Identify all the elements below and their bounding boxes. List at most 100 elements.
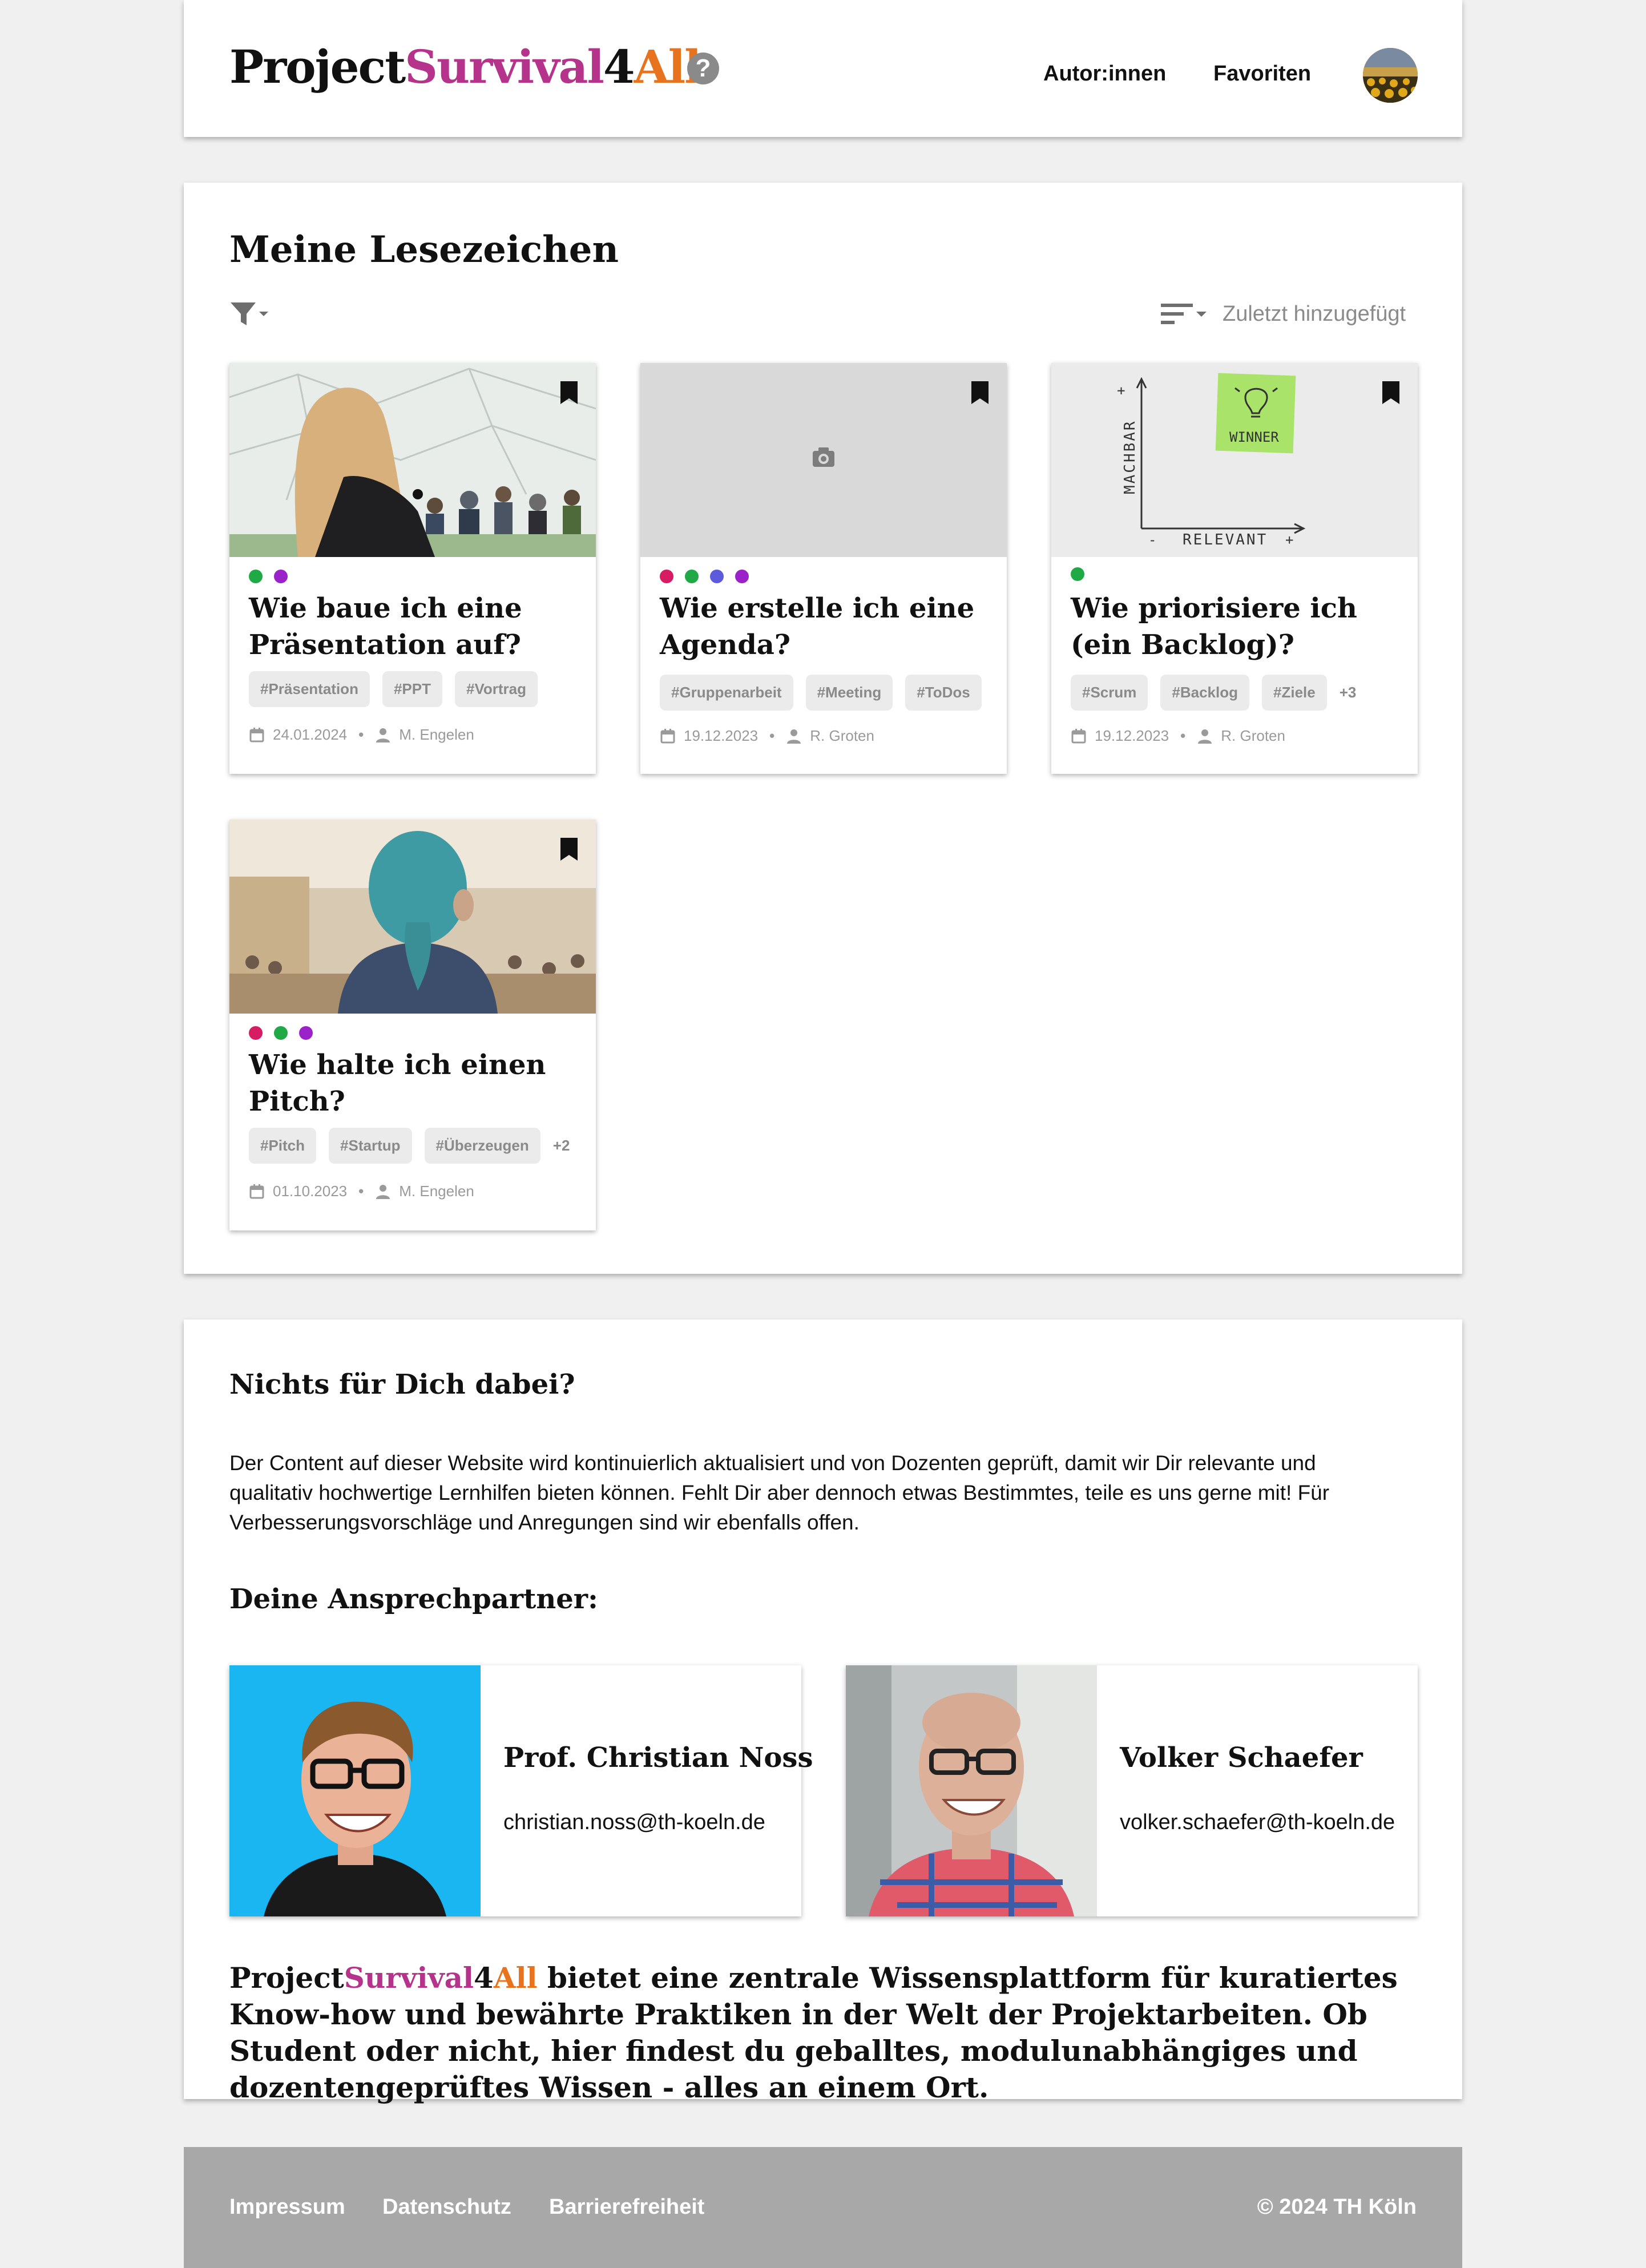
- category-dot: [249, 570, 263, 583]
- footer-copyright: © 2024 TH Köln: [1257, 2195, 1417, 2219]
- footer-link-datenschutz[interactable]: Datenschutz: [382, 2195, 511, 2219]
- closing-logo-survival: Survival: [344, 1961, 474, 1995]
- card-meta: 19.12.2023 • R. Groten: [1071, 727, 1285, 745]
- contact-email[interactable]: volker.schaefer@th-koeln.de: [1120, 1810, 1395, 1835]
- sort-icon: [1161, 304, 1207, 324]
- tag[interactable]: #Backlog: [1160, 675, 1249, 711]
- category-dots: [660, 570, 749, 583]
- closing-logo-four: 4: [474, 1961, 494, 1995]
- logo-four: 4: [603, 40, 635, 94]
- site-footer: Impressum Datenschutz Barrierefreiheit ©…: [184, 2147, 1462, 2268]
- card-author[interactable]: M. Engelen: [399, 1183, 474, 1200]
- sketch-y-plus: +: [1113, 387, 1129, 395]
- card-author[interactable]: R. Groten: [1221, 727, 1285, 745]
- card-title[interactable]: Wie halte ich einen Pitch?: [249, 1047, 580, 1120]
- footer-link-barrierefreiheit[interactable]: Barrierefreiheit: [549, 2195, 704, 2219]
- card-title[interactable]: Wie priorisiere ich (ein Backlog)?: [1071, 590, 1402, 663]
- calendar-icon: [249, 727, 264, 742]
- card-title[interactable]: Wie erstelle ich eine Agenda?: [660, 590, 991, 663]
- calendar-icon: [1071, 728, 1086, 743]
- category-dot: [710, 570, 724, 583]
- tag[interactable]: #Scrum: [1071, 675, 1148, 711]
- card-meta: 01.10.2023 • M. Engelen: [249, 1183, 474, 1200]
- card-tags: #Gruppenarbeit #Meeting #ToDos: [660, 675, 982, 711]
- card-title[interactable]: Wie baue ich eine Präsentation auf?: [249, 590, 580, 663]
- person-icon: [376, 1184, 390, 1199]
- calendar-icon: [660, 728, 675, 743]
- sort-label: Zuletzt hinzugefügt: [1223, 301, 1406, 326]
- tag[interactable]: #Vortrag: [454, 671, 538, 707]
- nav-favorites[interactable]: Favoriten: [1213, 62, 1311, 86]
- category-dot: [249, 1026, 263, 1040]
- bookmark-icon[interactable]: [559, 837, 579, 862]
- site-header: ProjectSurvival4All ? Autor:innen Favori…: [184, 0, 1462, 137]
- calendar-icon: [249, 1184, 264, 1198]
- tag[interactable]: #Überzeugen: [424, 1128, 540, 1164]
- contact-card: Prof. Christian Noss christian.noss@th-k…: [229, 1665, 813, 1916]
- category-dots: [1071, 567, 1084, 581]
- filter-icon: [231, 302, 268, 325]
- card-image: [229, 363, 596, 557]
- tag[interactable]: #Startup: [329, 1128, 412, 1164]
- card-meta: 19.12.2023 • R. Groten: [660, 727, 874, 745]
- card-author[interactable]: M. Engelen: [399, 726, 474, 744]
- card-date: 01.10.2023: [273, 1183, 348, 1200]
- card-author[interactable]: R. Groten: [810, 727, 874, 745]
- bookmark-icon[interactable]: [970, 380, 990, 405]
- help-icon[interactable]: ?: [687, 53, 719, 84]
- category-dot: [660, 570, 673, 583]
- platform-description: ProjectSurvival4All bietet eine zentrale…: [229, 1960, 1428, 2106]
- contact-name: Prof. Christian Noss: [503, 1742, 813, 1774]
- sketch-y-label: MACHBAR: [1121, 419, 1139, 494]
- closing-logo-all: All: [493, 1961, 538, 1995]
- tag[interactable]: #PPT: [382, 671, 442, 707]
- bookmark-icon[interactable]: [1381, 380, 1401, 405]
- category-dot: [685, 570, 699, 583]
- bookmark-icon[interactable]: [559, 380, 579, 405]
- card-date: 19.12.2023: [1095, 727, 1169, 744]
- more-tags-count[interactable]: +2: [553, 1137, 570, 1155]
- sketch-x-label: RELEVANT: [1183, 531, 1268, 548]
- card-tags: #Pitch #Startup #Überzeugen +2: [249, 1128, 570, 1164]
- category-dot: [1071, 567, 1084, 581]
- category-dot: [299, 1026, 313, 1040]
- card-tags: #Präsentation #PPT #Vortrag: [249, 671, 538, 707]
- sketch-x-minus: -: [1148, 532, 1156, 548]
- tag[interactable]: #Präsentation: [249, 671, 370, 707]
- card-date: 19.12.2023: [684, 727, 759, 744]
- bookmark-card[interactable]: WINNER RELEVANT MACHBAR + + - Wie priori…: [1051, 363, 1418, 774]
- card-image: [229, 820, 596, 1014]
- bookmark-card[interactable]: Wie erstelle ich eine Agenda? #Gruppenar…: [640, 363, 1007, 774]
- category-dot: [274, 570, 288, 583]
- tag[interactable]: #Meeting: [805, 675, 893, 711]
- tag[interactable]: #Gruppenarbeit: [660, 675, 793, 711]
- bookmark-card[interactable]: Wie halte ich einen Pitch? #Pitch #Start…: [229, 820, 596, 1230]
- logo-project: Project: [229, 40, 406, 94]
- category-dots: [249, 570, 288, 583]
- card-tags: #Scrum #Backlog #Ziele +3: [1071, 675, 1356, 711]
- tag[interactable]: #ToDos: [905, 675, 982, 711]
- page-title: Meine Lesezeichen: [229, 228, 619, 271]
- contact-name: Volker Schaefer: [1120, 1742, 1363, 1774]
- info-paragraph: Der Content auf dieser Website wird kont…: [229, 1451, 1330, 1534]
- user-avatar[interactable]: [1363, 48, 1418, 103]
- nav-authors[interactable]: Autor:innen: [1043, 62, 1166, 86]
- more-tags-count[interactable]: +3: [1340, 684, 1357, 701]
- card-meta: 24.01.2024 • M. Engelen: [249, 726, 474, 744]
- category-dots: [249, 1026, 313, 1040]
- sort-dropdown[interactable]: Zuletzt hinzugefügt: [1160, 297, 1422, 331]
- tag[interactable]: #Ziele: [1262, 675, 1327, 711]
- bookmark-card[interactable]: Wie baue ich eine Präsentation auf? #Prä…: [229, 363, 596, 774]
- person-icon: [787, 729, 801, 744]
- contact-card: Volker Schaefer volker.schaefer@th-koeln…: [846, 1665, 1418, 1916]
- logo[interactable]: ProjectSurvival4All: [229, 40, 701, 94]
- contact-photo: [229, 1665, 481, 1916]
- contact-photo: [846, 1665, 1097, 1916]
- bookmarks-section: Meine Lesezeichen Zuletzt hinzugefügt Wi…: [184, 183, 1462, 1274]
- filter-button[interactable]: [229, 297, 275, 331]
- category-dot: [274, 1026, 288, 1040]
- contact-email[interactable]: christian.noss@th-koeln.de: [503, 1810, 765, 1835]
- footer-link-impressum[interactable]: Impressum: [229, 2195, 345, 2219]
- info-heading: Nichts für Dich dabei?: [229, 1369, 575, 1401]
- tag[interactable]: #Pitch: [249, 1128, 317, 1164]
